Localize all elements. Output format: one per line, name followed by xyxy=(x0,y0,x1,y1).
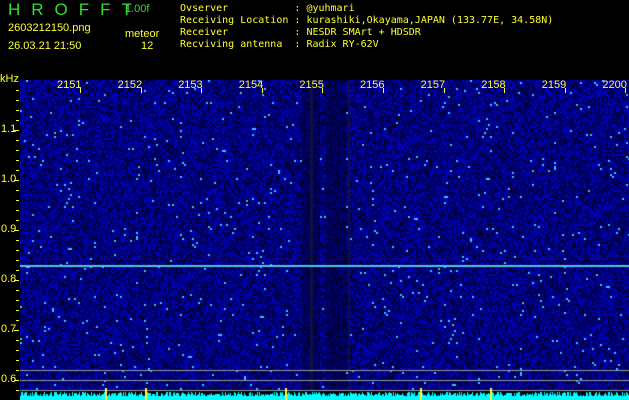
y-minor-tick xyxy=(16,360,19,361)
app-title: HROFFT xyxy=(8,0,143,19)
x-tick-label: 2155 xyxy=(299,79,324,91)
x-tick-label: 2151 xyxy=(57,79,82,91)
x-tick-label: 2156 xyxy=(360,79,385,91)
y-unit-label: kHz xyxy=(0,73,19,85)
y-minor-tick xyxy=(16,240,19,241)
y-minor-tick xyxy=(16,310,19,311)
y-minor-tick xyxy=(16,260,19,261)
x-tick-mark xyxy=(322,88,324,93)
y-tick-label: 0.9 xyxy=(1,223,17,235)
y-minor-tick xyxy=(16,230,19,231)
y-minor-tick xyxy=(16,220,19,221)
x-tick-mark xyxy=(140,88,142,93)
y-minor-tick xyxy=(16,110,19,111)
y-minor-tick xyxy=(16,160,19,161)
info-label: Ovserver xyxy=(180,3,289,14)
x-tick-label: 2157 xyxy=(420,79,446,91)
info-value: @yuhmari xyxy=(306,3,355,14)
y-minor-tick xyxy=(16,390,19,391)
y-minor-tick xyxy=(16,120,19,121)
y-minor-tick xyxy=(16,200,19,201)
y-minor-tick xyxy=(16,350,19,351)
y-minor-tick xyxy=(16,280,19,281)
y-minor-tick xyxy=(16,130,19,131)
y-minor-tick xyxy=(16,140,19,141)
y-tick-label: 0.8 xyxy=(1,273,17,285)
spectrogram xyxy=(20,80,629,400)
info-row: Ovserver : @yuhmari xyxy=(180,3,355,14)
datetime: 26.03.21 21:50 xyxy=(8,40,82,52)
y-minor-tick xyxy=(16,290,19,291)
y-minor-tick xyxy=(16,180,19,181)
y-minor-tick xyxy=(16,150,19,151)
x-tick-mark xyxy=(625,88,627,93)
y-minor-tick xyxy=(16,190,19,191)
info-row: Recviving antenna : Radix RY-62V xyxy=(180,39,379,50)
y-minor-tick xyxy=(16,210,19,211)
station-info: Ovserver : @yuhmari Receiving Location :… xyxy=(180,3,553,51)
x-tick-label: 2200 xyxy=(602,79,627,91)
version-label: 1.00f xyxy=(125,3,150,15)
filename: 2603212150.png xyxy=(8,22,91,34)
meteor-count: 12 xyxy=(141,40,154,52)
y-minor-tick xyxy=(16,270,19,271)
info-row: Receiving Location : kurashiki,Okayama,J… xyxy=(180,15,554,26)
info-row: Receiver : NESDR SMArt + HDSDR xyxy=(180,27,421,38)
info-label: Receiving Location xyxy=(180,15,289,26)
x-tick-mark xyxy=(261,88,263,93)
info-value: Radix RY-62V xyxy=(306,39,379,50)
x-tick-mark xyxy=(383,88,384,93)
info-label: Receiver xyxy=(180,27,289,38)
x-tick-mark xyxy=(443,88,445,93)
x-tick-mark xyxy=(504,88,506,93)
x-tick-label: 2154 xyxy=(238,79,264,91)
y-minor-tick xyxy=(16,100,19,101)
x-tick-label: 2159 xyxy=(541,79,567,91)
x-tick-mark xyxy=(80,88,81,93)
y-tick-label: 1.0 xyxy=(1,173,17,185)
y-tick-label: 0.6 xyxy=(1,373,17,385)
y-tick-label: 0.7 xyxy=(1,323,17,335)
y-minor-tick xyxy=(16,380,19,381)
meteor-label: meteor xyxy=(125,28,160,40)
y-minor-tick xyxy=(16,370,19,371)
y-minor-tick xyxy=(16,320,19,321)
y-minor-tick xyxy=(16,330,19,331)
y-tick-label: 1.1 xyxy=(1,123,17,135)
x-tick-label: 2153 xyxy=(178,79,203,91)
y-minor-tick xyxy=(16,300,19,301)
info-value: NESDR SMArt + HDSDR xyxy=(306,27,421,38)
x-tick-mark xyxy=(201,88,203,93)
x-tick-label: 2158 xyxy=(481,79,506,91)
x-tick-mark xyxy=(564,88,566,93)
y-minor-tick xyxy=(16,340,19,341)
x-tick-label: 2152 xyxy=(117,79,143,91)
y-minor-tick xyxy=(16,250,19,251)
y-minor-tick xyxy=(16,90,19,91)
info-label: Recviving antenna xyxy=(180,39,289,50)
y-minor-tick xyxy=(16,170,19,171)
info-value: kurashiki,Okayama,JAPAN (133.77E, 34.58N… xyxy=(306,15,554,26)
